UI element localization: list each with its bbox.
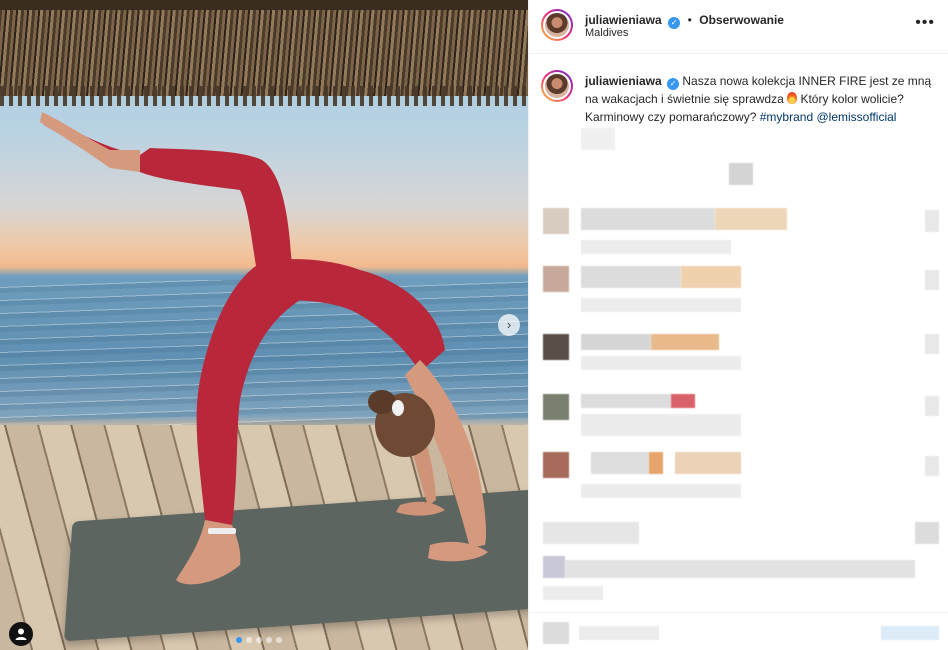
post-header: juliawieniawa ✓ • Obserwowanie Maldives … bbox=[529, 0, 948, 54]
post-photo[interactable]: › bbox=[0, 0, 528, 650]
fire-emoji-icon bbox=[787, 92, 798, 104]
carousel-dot[interactable] bbox=[246, 637, 252, 643]
location-link[interactable]: Maldives bbox=[585, 27, 628, 39]
caption-avatar[interactable] bbox=[541, 70, 573, 102]
more-options-icon[interactable]: ••• bbox=[915, 14, 935, 32]
tagged-users-button[interactable] bbox=[9, 622, 33, 646]
carousel-dot[interactable] bbox=[276, 637, 282, 643]
carousel-dot[interactable] bbox=[256, 637, 262, 643]
avatar[interactable] bbox=[541, 9, 573, 41]
hashtag-link[interactable]: #mybrand bbox=[760, 110, 813, 124]
username-link[interactable]: juliawieniawa bbox=[585, 13, 662, 27]
carousel-dot[interactable] bbox=[266, 637, 272, 643]
person-icon bbox=[15, 628, 27, 640]
verified-badge-icon: ✓ bbox=[668, 17, 681, 29]
yoga-pose-figure bbox=[40, 112, 488, 585]
separator-dot: • bbox=[687, 13, 692, 27]
caption-username[interactable]: juliawieniawa bbox=[585, 74, 662, 88]
post-side-panel: juliawieniawa ✓ • Obserwowanie Maldives … bbox=[528, 0, 948, 650]
post-caption: juliawieniawa ✓ Nasza nowa kolekcja INNE… bbox=[585, 72, 939, 126]
carousel-dot[interactable] bbox=[236, 637, 242, 643]
verified-badge-icon: ✓ bbox=[667, 78, 680, 90]
following-button[interactable]: Obserwowanie bbox=[699, 13, 784, 27]
carousel-dots bbox=[236, 637, 282, 643]
mention-link[interactable]: @lemissofficial bbox=[816, 110, 896, 124]
next-photo-button[interactable]: › bbox=[498, 314, 520, 336]
